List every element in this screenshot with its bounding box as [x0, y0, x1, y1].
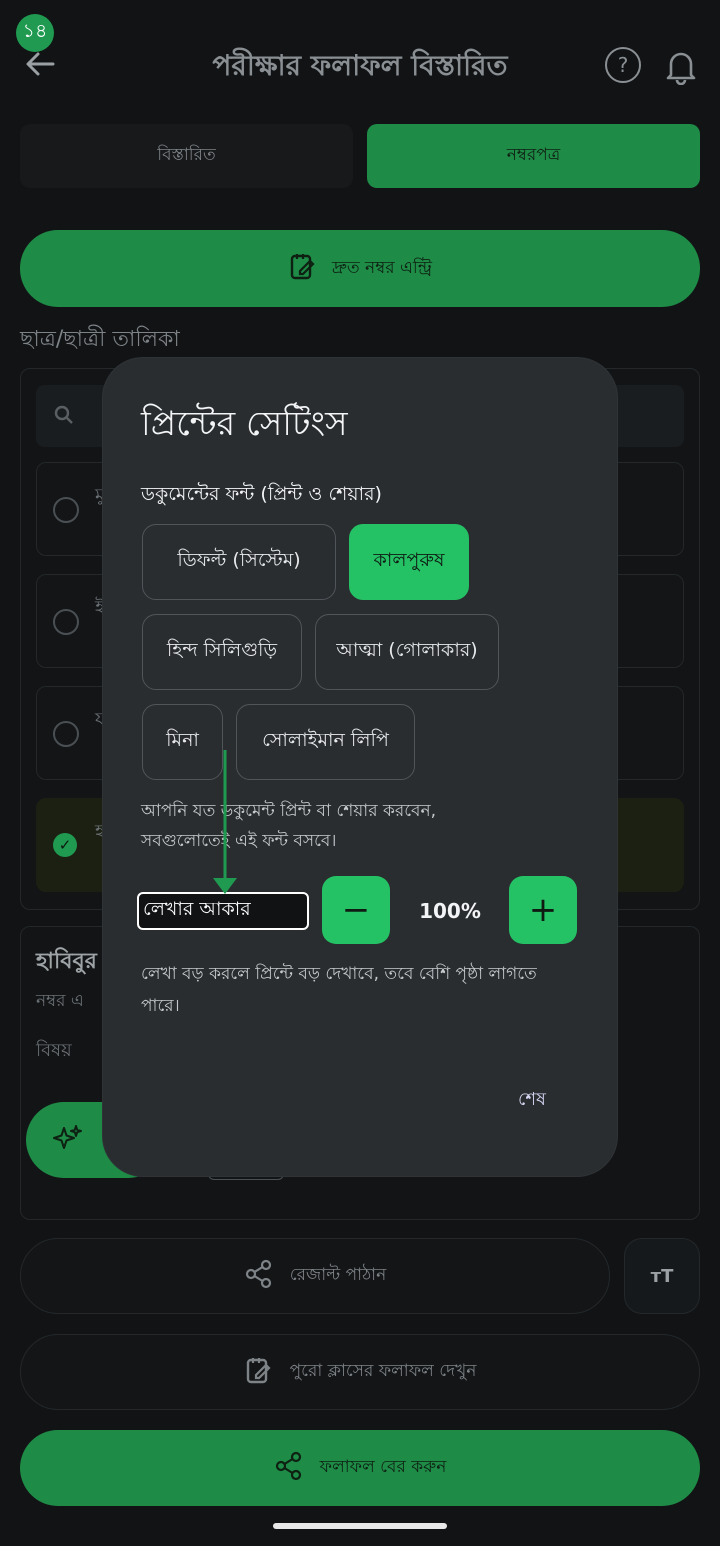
- size-note: লেখা বড় করলে প্রিন্টে বড় দেখাবে, তবে ব…: [141, 964, 537, 1016]
- class-result-button[interactable]: পুরো ক্লাসের ফলাফল দেখুন: [20, 1334, 700, 1410]
- text-size-icon[interactable]: ᴛT: [624, 1238, 700, 1314]
- check-icon[interactable]: ✓: [53, 833, 77, 857]
- quick-entry-label: দ্রুত নম্বর এন্ট্রি: [331, 257, 433, 278]
- subject-label: বিষয়: [36, 1040, 72, 1061]
- radio-button[interactable]: [53, 721, 79, 747]
- export-result-button[interactable]: ফলাফল বের করুন: [20, 1430, 700, 1506]
- font-option-atma[interactable]: আত্মা (গোলাকার): [315, 614, 499, 690]
- share-icon: [274, 1451, 304, 1486]
- home-indicator[interactable]: [273, 1523, 447, 1529]
- send-result-label: রেজাল্ট পাঠান: [289, 1265, 387, 1285]
- decrease-size-button[interactable]: −: [322, 876, 390, 944]
- increase-size-button[interactable]: +: [509, 876, 577, 944]
- text-size-label: লেখার আকার: [137, 892, 309, 930]
- edit-note-icon: [288, 251, 318, 286]
- bell-icon[interactable]: [664, 47, 698, 86]
- student-detail-title: হাবিবুর: [36, 949, 97, 974]
- back-arrow-icon[interactable]: [22, 44, 58, 84]
- page-title: পরীক্ষার ফলাফল বিস্তারিত: [212, 48, 508, 82]
- tab-details[interactable]: বিস্তারিত: [20, 124, 353, 188]
- export-result-label: ফলাফল বের করুন: [319, 1457, 447, 1477]
- font-note: আপনি যত ডকুমেন্ট প্রিন্ট বা শেয়ার করবেন…: [141, 801, 437, 851]
- tab-marksheet[interactable]: নম্বরপত্র: [367, 124, 700, 188]
- font-option-default[interactable]: ডিফল্ট (সিস্টেম): [142, 524, 336, 600]
- student-list-heading: ছাত্র/ছাত্রী তালিকা: [20, 327, 180, 352]
- class-result-label: পুরো ক্লাসের ফলাফল দেখুন: [289, 1361, 477, 1381]
- font-section-label: ডকুমেন্টের ফন্ট (প্রিন্ট ও শেয়ার): [141, 483, 382, 505]
- annotation-arrow-icon: [205, 750, 245, 896]
- font-option-hind-siliguri[interactable]: হিন্দ সিলিগুড়ি: [142, 614, 302, 690]
- help-icon[interactable]: ?: [605, 47, 641, 83]
- radio-button[interactable]: [53, 609, 79, 635]
- font-option-kalpurush[interactable]: কালপুরুষ: [349, 524, 469, 600]
- share-icon: [244, 1259, 274, 1294]
- quick-entry-button[interactable]: দ্রুত নম্বর এন্ট্রি: [20, 230, 700, 307]
- dialog-title: প্রিন্টের সেটিংস: [141, 404, 348, 444]
- done-button[interactable]: শেষ: [496, 1080, 568, 1120]
- student-detail-subtitle: নম্বর এ: [36, 991, 84, 1011]
- font-option-solaiman-lipi[interactable]: সোলাইমান লিপি: [236, 704, 415, 780]
- document-icon: [244, 1355, 274, 1390]
- search-icon: [54, 405, 74, 429]
- radio-button[interactable]: [53, 497, 79, 523]
- text-size-value: 100%: [419, 899, 481, 923]
- send-result-button[interactable]: রেজাল্ট পাঠান: [20, 1238, 610, 1314]
- sparkle-icon: [52, 1124, 84, 1160]
